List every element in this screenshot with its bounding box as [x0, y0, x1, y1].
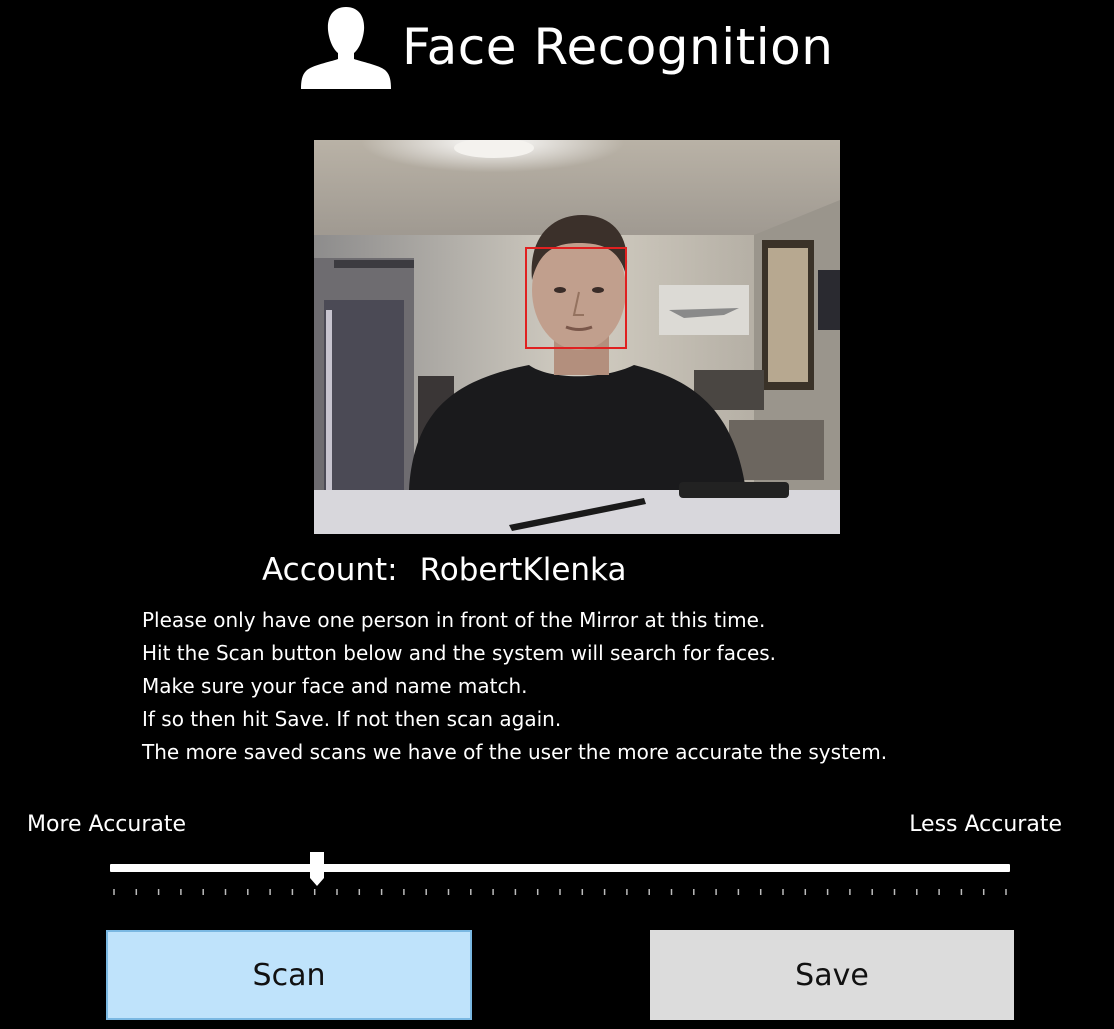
slider-ticks [113, 889, 1007, 895]
instruction-line: The more saved scans we have of the user… [142, 740, 888, 764]
accuracy-slider[interactable] [110, 850, 1010, 900]
save-button[interactable]: Save [650, 930, 1014, 1020]
more-accurate-label: More Accurate [27, 812, 187, 837]
less-accurate-label: Less Accurate [909, 812, 1062, 837]
instruction-line: Please only have one person in front of … [142, 608, 766, 632]
instructions: Please only have one person in front of … [142, 604, 887, 769]
page-title: Face Recognition [402, 18, 834, 76]
instruction-line: If so then hit Save. If not then scan ag… [142, 707, 562, 731]
user-silhouette-icon [301, 7, 391, 89]
scan-button[interactable]: Scan [106, 930, 472, 1020]
camera-feed [314, 140, 840, 534]
camera-image [314, 140, 840, 534]
instruction-line: Hit the Scan button below and the system… [142, 641, 777, 665]
account-row: Account: RobertKlenka [262, 552, 626, 588]
face-recognition-app: Face Recognition Account: RobertKlenka P… [0, 0, 1114, 1029]
header: Face Recognition [300, 2, 833, 92]
account-value: RobertKlenka [419, 552, 627, 588]
slider-track[interactable] [110, 864, 1010, 872]
slider-thumb[interactable] [310, 852, 324, 886]
instruction-line: Make sure your face and name match. [142, 674, 528, 698]
account-label: Account: [262, 552, 398, 588]
